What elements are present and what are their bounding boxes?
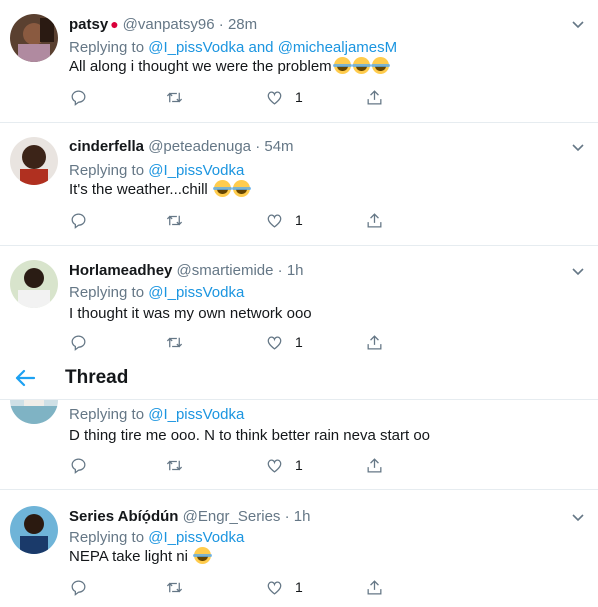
author-handle[interactable]: @peteadenuga — [148, 138, 251, 155]
reply-icon — [71, 458, 86, 474]
tweet-item[interactable]: cinderfella @peteadenuga · 54m Replying … — [0, 123, 598, 246]
chevron-down-icon[interactable] — [570, 263, 586, 279]
tweet-text: All along i thought we were the problem — [69, 58, 332, 75]
heart-icon — [267, 335, 282, 350]
like-button[interactable]: 1 — [265, 577, 303, 597]
like-button[interactable]: 1 — [265, 210, 303, 230]
like-count: 1 — [295, 89, 303, 105]
retweet-icon — [166, 582, 183, 592]
heart-icon — [267, 458, 282, 473]
replying-label: Replying to — [69, 529, 145, 546]
reply-button[interactable] — [69, 87, 88, 107]
replying-label: Replying to — [69, 284, 145, 301]
tweet-text: I thought it was my own network ooo — [69, 305, 312, 322]
tears-of-joy-emoji-icon — [193, 547, 213, 564]
timestamp[interactable]: 1h — [287, 262, 304, 279]
replying-to-link[interactable]: @I_pissVodka — [148, 406, 244, 423]
like-count: 1 — [295, 212, 303, 228]
timestamp[interactable]: 1h — [294, 508, 311, 525]
author-name[interactable]: cinderfella — [69, 138, 144, 155]
like-button[interactable]: 1 — [265, 332, 303, 352]
separator-dot: · — [277, 262, 283, 279]
share-button[interactable] — [365, 577, 384, 597]
replying-label: Replying to — [69, 162, 145, 179]
tweet-item[interactable]: patsy ● @vanpatsy96 · 28m Replying to @I_p… — [0, 0, 598, 123]
share-button[interactable] — [365, 332, 384, 352]
timestamp[interactable]: 54m — [264, 138, 293, 155]
replying-label: Replying to — [69, 39, 145, 56]
reply-button[interactable] — [69, 210, 88, 230]
share-button[interactable] — [365, 87, 384, 107]
share-icon — [367, 89, 382, 104]
avatar[interactable] — [10, 506, 58, 554]
chevron-down-icon[interactable] — [570, 509, 586, 525]
tweet-item[interactable]: Series Abíọ́dún @Engr_Series · 1h Replyi… — [0, 490, 598, 607]
retweet-button[interactable] — [165, 332, 184, 352]
separator-dot: · — [255, 138, 261, 155]
like-count: 1 — [295, 579, 303, 595]
like-count: 1 — [295, 334, 303, 350]
retweet-icon — [166, 337, 183, 347]
author-name[interactable]: patsy — [69, 16, 108, 33]
page-title: Thread — [65, 367, 129, 388]
heart-icon — [267, 213, 282, 228]
replying-to-link[interactable]: @I_pissVodka — [148, 284, 244, 301]
separator-dot: · — [218, 16, 224, 33]
reply-icon — [71, 213, 86, 229]
separator-dot: · — [284, 508, 290, 525]
author-name[interactable]: Series Abíọ́dún — [69, 508, 178, 525]
arrow-left-icon[interactable] — [14, 368, 36, 388]
author-name[interactable]: Horlameadhey — [69, 262, 172, 279]
author-handle[interactable]: @smartiemide — [177, 262, 274, 279]
avatar[interactable] — [10, 260, 58, 308]
reply-icon — [71, 90, 86, 106]
rose-icon: ● — [110, 16, 119, 32]
tears-of-joy-emoji-icon — [231, 180, 251, 197]
retweet-button[interactable] — [165, 577, 184, 597]
tears-of-joy-emoji-icon — [370, 57, 390, 74]
share-icon — [367, 212, 382, 227]
share-button[interactable] — [365, 455, 384, 475]
replying-to-link[interactable]: @I_pissVodka — [148, 162, 244, 179]
retweet-button[interactable] — [165, 87, 184, 107]
share-button[interactable] — [365, 210, 384, 230]
chevron-down-icon[interactable] — [570, 16, 586, 32]
retweet-icon — [166, 460, 183, 470]
tears-of-joy-emoji-icon — [351, 57, 371, 74]
reply-button[interactable] — [69, 455, 88, 475]
like-count: 1 — [295, 457, 303, 473]
replying-to-link[interactable]: @I_pissVodka — [148, 529, 244, 546]
author-handle[interactable]: @Engr_Series — [183, 508, 281, 525]
reply-icon — [71, 335, 86, 351]
reply-button[interactable] — [69, 332, 88, 352]
share-icon — [367, 579, 382, 594]
tweet-text: It's the weather...chill — [69, 181, 208, 198]
tears-of-joy-emoji-icon — [332, 57, 352, 74]
reply-icon — [71, 580, 86, 596]
heart-icon — [267, 580, 282, 595]
retweet-button[interactable] — [165, 210, 184, 230]
share-icon — [367, 334, 382, 349]
retweet-button[interactable] — [165, 455, 184, 475]
heart-icon — [267, 90, 282, 105]
tears-of-joy-emoji-icon — [212, 180, 232, 197]
thread-header: Thread — [0, 356, 598, 400]
reply-button[interactable] — [69, 577, 88, 597]
retweet-icon — [166, 215, 183, 225]
tweet-item[interactable]: Horlameadhey @smartiemide · 1h Replying … — [0, 246, 598, 356]
tweet-text: D thing tire me ooo. N to think better r… — [69, 427, 431, 444]
tweet-text: NEPA take light ni — [69, 548, 188, 565]
replying-to-link[interactable]: @I_pissVodka and @michealjamesM — [148, 39, 397, 56]
avatar[interactable] — [10, 137, 58, 185]
timestamp[interactable]: 28m — [228, 16, 257, 33]
chevron-down-icon[interactable] — [570, 139, 586, 155]
share-icon — [367, 457, 382, 472]
replying-label: Replying to — [69, 406, 145, 423]
retweet-icon — [166, 92, 183, 102]
like-button[interactable]: 1 — [265, 87, 303, 107]
like-button[interactable]: 1 — [265, 455, 303, 475]
avatar[interactable] — [10, 14, 58, 62]
author-handle[interactable]: @vanpatsy96 — [123, 16, 215, 33]
